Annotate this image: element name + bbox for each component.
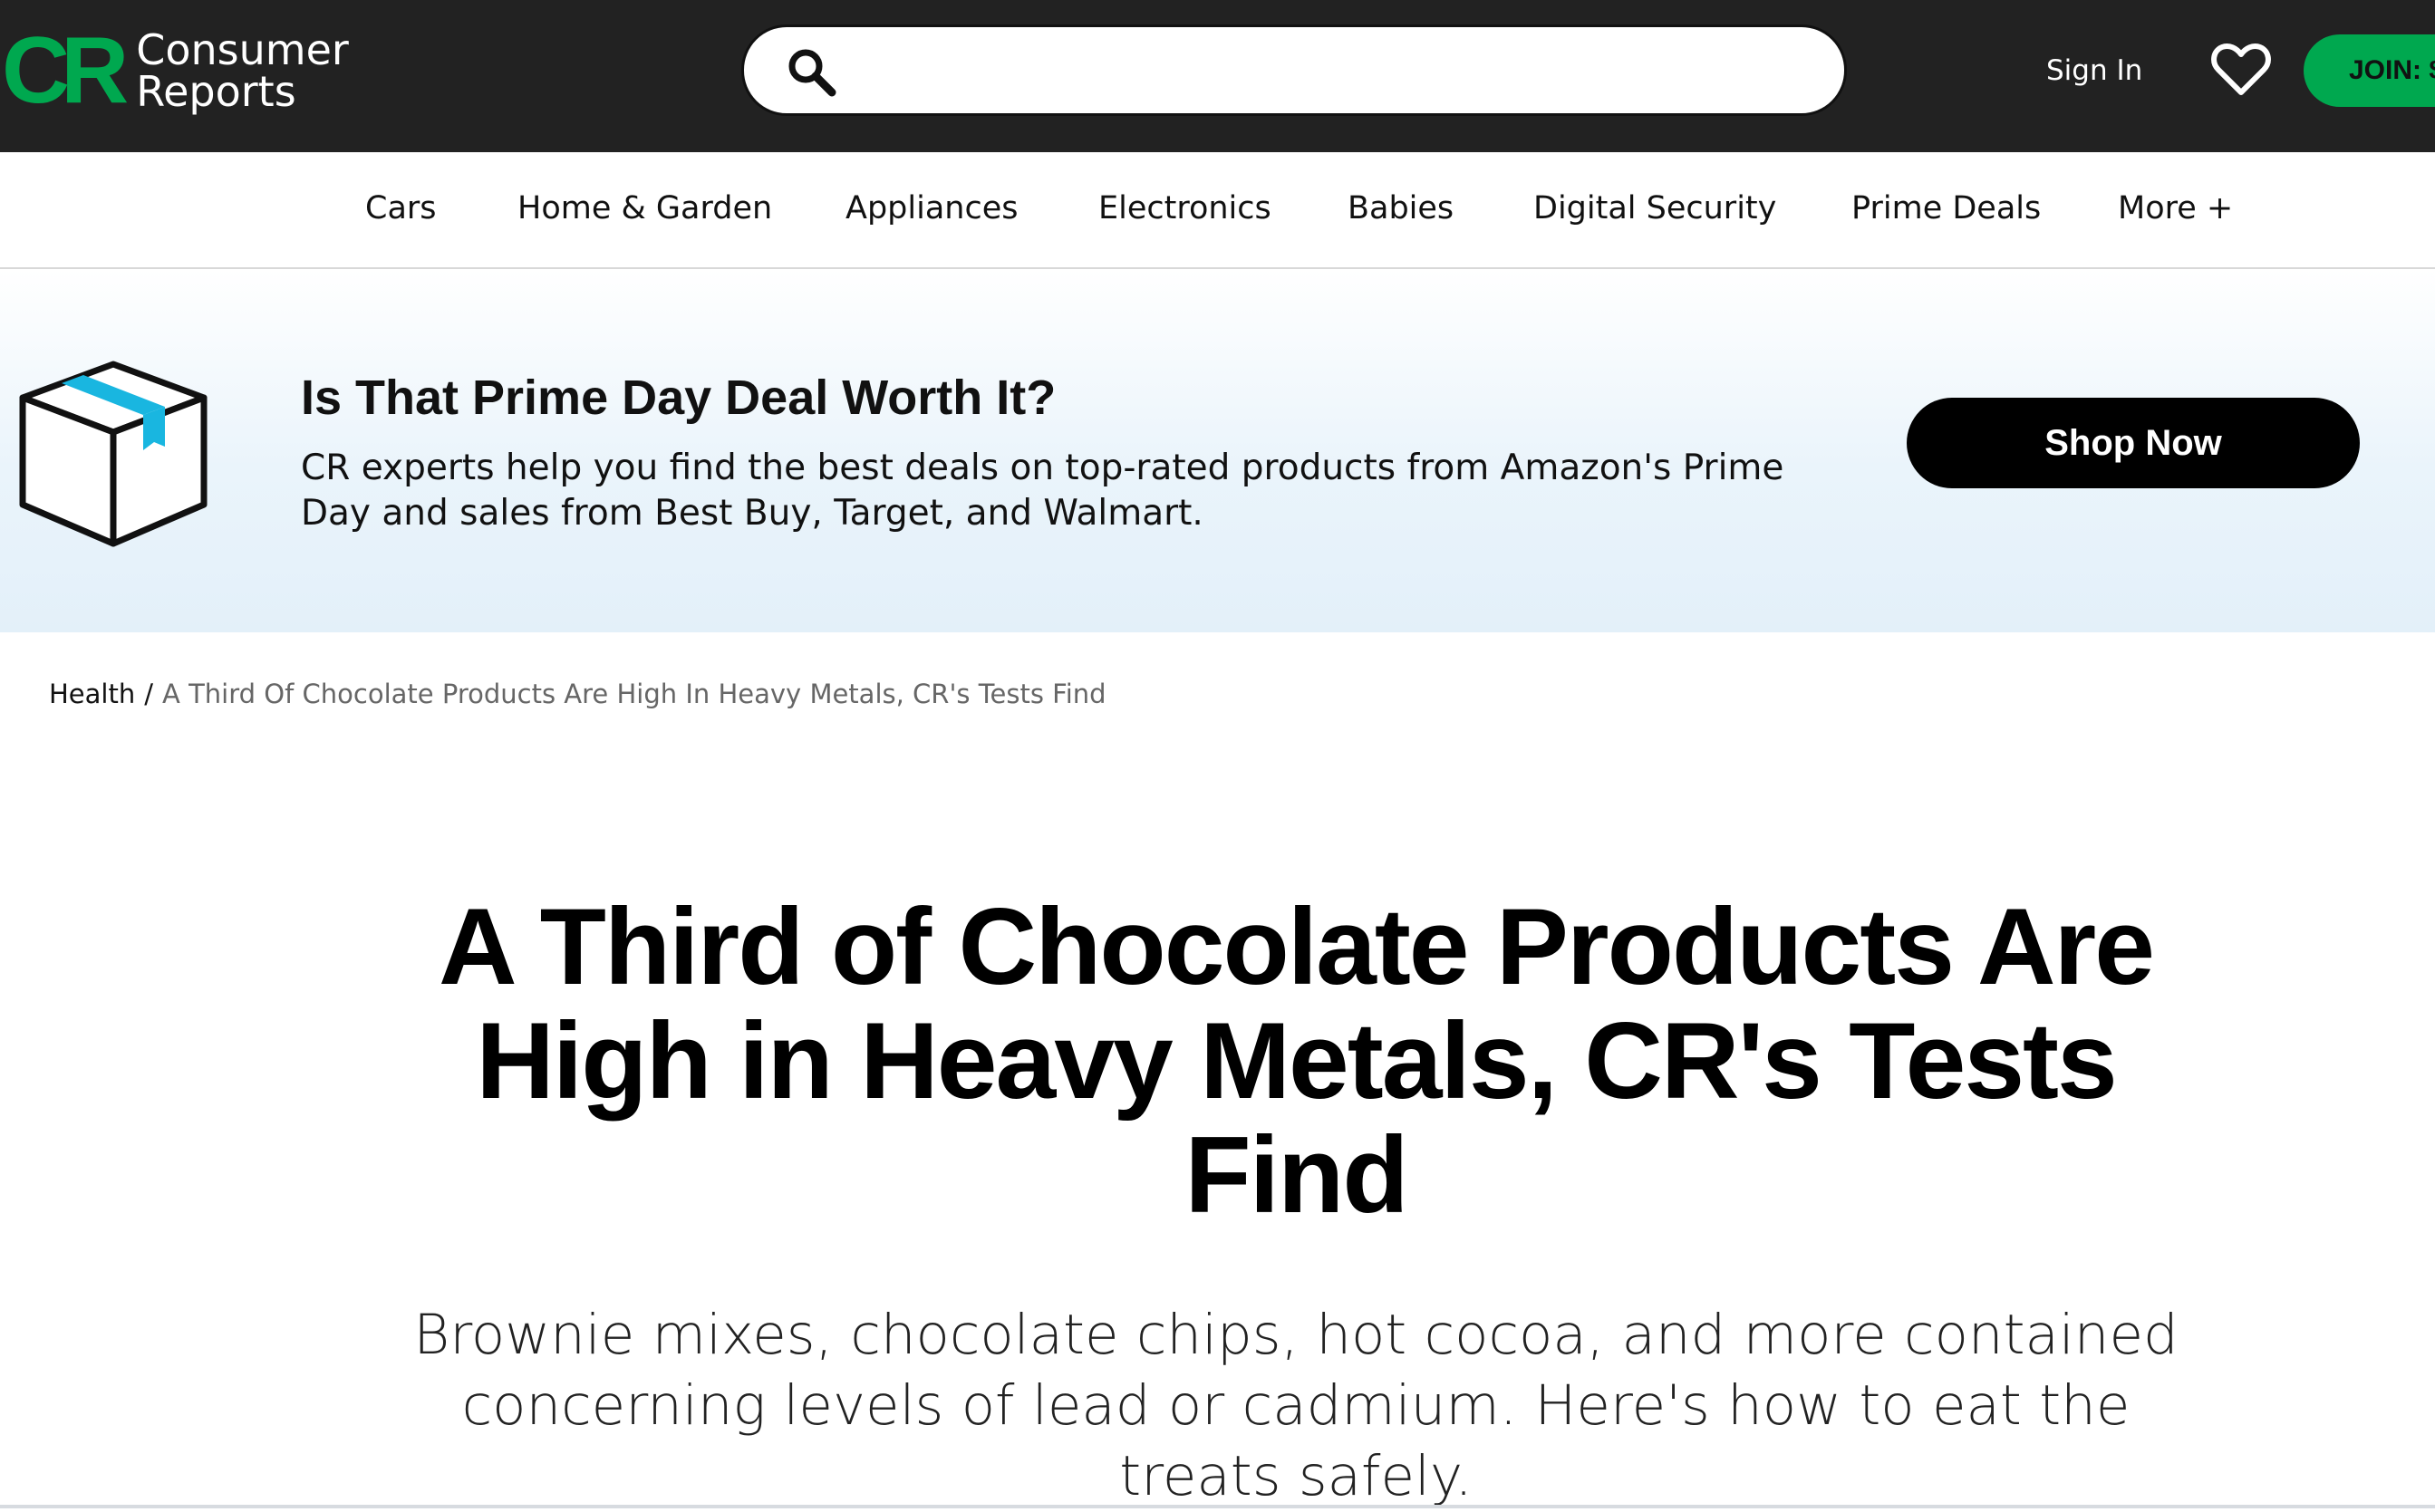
divider	[0, 1505, 2435, 1508]
breadcrumb-separator: /	[144, 679, 154, 709]
breadcrumb: Health / A Third Of Chocolate Products Are…	[49, 676, 1106, 712]
heart-icon[interactable]	[2211, 42, 2271, 98]
nav-item-prime-deals[interactable]: Prime Deals	[1851, 187, 2041, 230]
main-navigation: Cars Home & Garden Appliances Electronic…	[0, 152, 2435, 269]
nav-item-more[interactable]: More +	[2118, 187, 2233, 230]
search-input[interactable]	[741, 24, 1847, 116]
nav-item-babies[interactable]: Babies	[1348, 187, 1454, 230]
breadcrumb-current: A Third Of Chocolate Products Are High I…	[162, 679, 1106, 709]
promo-banner: Is That Prime Day Deal Worth It? CR expe…	[0, 269, 2435, 632]
shop-now-button[interactable]: Shop Now	[1907, 398, 2360, 488]
logo-wordmark: Consumer Reports	[136, 29, 349, 112]
search-icon[interactable]	[785, 45, 839, 100]
nav-item-home-garden[interactable]: Home & Garden	[517, 187, 772, 230]
promo-title: Is That Prime Day Deal Worth It?	[301, 371, 1057, 425]
nav-item-appliances[interactable]: Appliances	[845, 187, 1018, 230]
sign-in-link[interactable]: Sign In	[2046, 49, 2142, 92]
package-box-icon	[19, 361, 208, 547]
promo-description: CR experts help you find the best deals …	[301, 448, 1784, 534]
breadcrumb-health-link[interactable]: Health	[49, 679, 135, 709]
top-header: CR Consumer Reports Sign In JOIN: $	[0, 0, 2435, 152]
article-headline: A Third of Chocolate Products Are High i…	[439, 886, 2155, 1236]
nav-item-digital-security[interactable]: Digital Security	[1533, 187, 1776, 230]
nav-item-cars[interactable]: Cars	[365, 187, 437, 230]
logo-line-1: Consumer	[136, 25, 349, 74]
nav-item-electronics[interactable]: Electronics	[1098, 187, 1271, 230]
consumer-reports-logo[interactable]: CR Consumer Reports	[0, 18, 349, 123]
logo-line-2: Reports	[136, 67, 296, 116]
logo-mark: CR	[2, 18, 129, 123]
join-button[interactable]: JOIN: $	[2304, 34, 2435, 107]
article-dek: Brownie mixes, chocolate chips, hot coco…	[413, 1303, 2179, 1508]
